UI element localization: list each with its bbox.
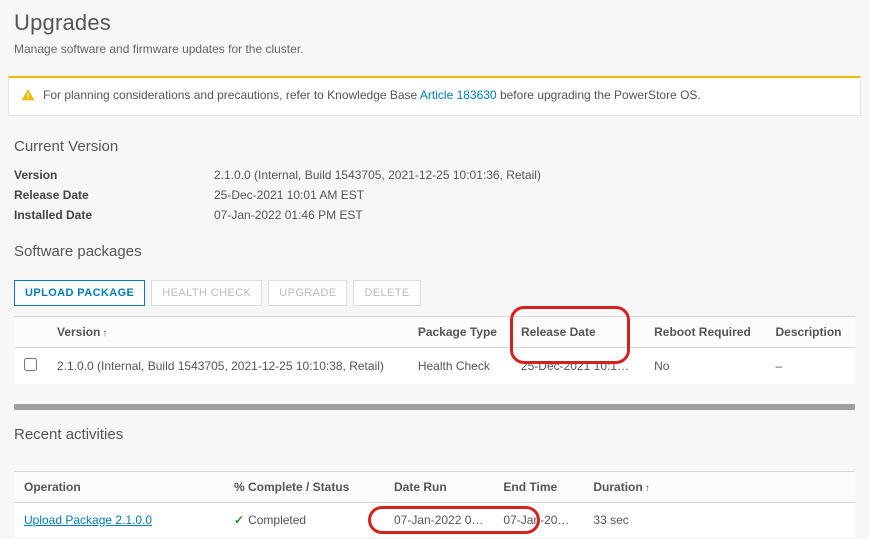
recent-activities-heading: Recent activities bbox=[0, 422, 869, 453]
kv-value: 25-Dec-2021 10:01 AM EST bbox=[214, 188, 364, 202]
sort-asc-icon: ↑ bbox=[645, 483, 650, 494]
kb-article-link[interactable]: Article 183630 bbox=[420, 88, 497, 102]
col-checkbox bbox=[14, 317, 47, 348]
package-button-row: UPLOAD PACKAGE HEALTH CHECK UPGRADE DELE… bbox=[14, 276, 855, 316]
kv-row: Release Date 25-Dec-2021 10:01 AM EST bbox=[0, 185, 869, 205]
upgrade-button: UPGRADE bbox=[268, 280, 347, 306]
alert-text: For planning considerations and precauti… bbox=[43, 88, 701, 102]
kv-label: Version bbox=[14, 168, 214, 182]
table-row[interactable]: 2.1.0.0 (Internal, Build 1543705, 2021-1… bbox=[14, 348, 855, 385]
page-subtitle: Manage software and firmware updates for… bbox=[0, 42, 869, 70]
cell-end-time: 07-Jan-20… bbox=[493, 503, 583, 538]
cell-version: 2.1.0.0 (Internal, Build 1543705, 2021-1… bbox=[47, 348, 408, 385]
col-complete[interactable]: % Complete / Status bbox=[224, 472, 384, 503]
kv-value: 2.1.0.0 (Internal, Build 1543705, 2021-1… bbox=[214, 168, 541, 182]
col-date-run[interactable]: Date Run bbox=[384, 472, 493, 503]
kv-value: 07-Jan-2022 01:46 PM EST bbox=[214, 208, 363, 222]
cell-date-run: 07-Jan-2022 0… bbox=[384, 503, 493, 538]
planning-alert: For planning considerations and precauti… bbox=[8, 76, 861, 116]
row-checkbox[interactable] bbox=[24, 358, 37, 371]
activities-table: Operation % Complete / Status Date Run E… bbox=[14, 471, 855, 537]
health-check-button: HEALTH CHECK bbox=[151, 280, 262, 306]
alert-text-before: For planning considerations and precauti… bbox=[43, 88, 420, 102]
col-duration[interactable]: Duration↑ bbox=[583, 472, 855, 503]
upload-package-button[interactable]: UPLOAD PACKAGE bbox=[14, 280, 145, 306]
cell-duration: 33 sec bbox=[583, 503, 855, 538]
kv-row: Version 2.1.0.0 (Internal, Build 1543705… bbox=[0, 165, 869, 185]
col-package-type[interactable]: Package Type bbox=[408, 317, 511, 348]
kv-row: Installed Date 07-Jan-2022 01:46 PM EST bbox=[0, 205, 869, 225]
col-description[interactable]: Description bbox=[765, 317, 855, 348]
software-packages-heading: Software packages bbox=[0, 239, 869, 270]
cell-reboot-required: No bbox=[644, 348, 765, 385]
packages-table: Version↑ Package Type Release Date Reboo… bbox=[14, 316, 855, 384]
cell-release-date: 25-Dec-2021 10:1… bbox=[511, 348, 644, 385]
col-operation[interactable]: Operation bbox=[14, 472, 224, 503]
kv-label: Release Date bbox=[14, 188, 214, 202]
cell-package-type: Health Check bbox=[408, 348, 511, 385]
warning-icon bbox=[21, 88, 35, 105]
sort-asc-icon: ↑ bbox=[102, 328, 107, 339]
checkmark-icon: ✓ bbox=[234, 513, 244, 527]
col-end-time[interactable]: End Time bbox=[493, 472, 583, 503]
table-row[interactable]: Upload Package 2.1.0.0 ✓Completed 07-Jan… bbox=[14, 503, 855, 538]
operation-link[interactable]: Upload Package 2.1.0.0 bbox=[24, 513, 152, 527]
delete-button: DELETE bbox=[353, 280, 420, 306]
page-title: Upgrades bbox=[0, 0, 869, 42]
cell-status: ✓Completed bbox=[224, 503, 384, 538]
cell-description: – bbox=[765, 348, 855, 385]
divider-bar bbox=[14, 404, 855, 410]
current-version-heading: Current Version bbox=[0, 134, 869, 165]
kv-label: Installed Date bbox=[14, 208, 214, 222]
col-version[interactable]: Version↑ bbox=[47, 317, 408, 348]
alert-text-after: before upgrading the PowerStore OS. bbox=[497, 88, 701, 102]
col-release-date[interactable]: Release Date bbox=[511, 317, 644, 348]
col-reboot-required[interactable]: Reboot Required bbox=[644, 317, 765, 348]
